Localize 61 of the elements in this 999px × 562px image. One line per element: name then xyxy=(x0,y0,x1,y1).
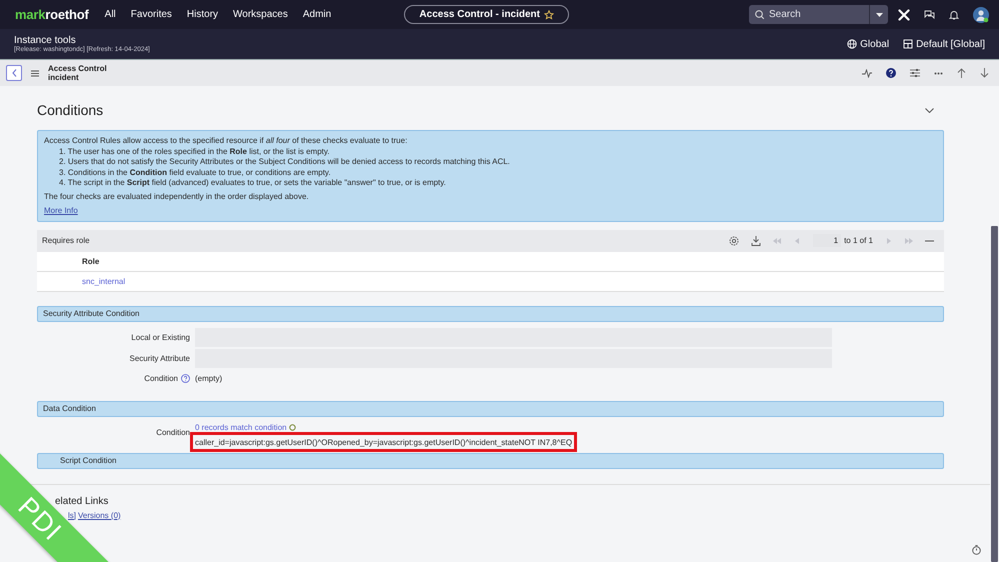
globe-icon xyxy=(847,39,858,49)
caret-icon xyxy=(876,12,882,16)
related-link[interactable]: Versions (0) xyxy=(78,510,121,520)
field-label: Local or Existing xyxy=(131,332,190,342)
column-header[interactable]: Role xyxy=(37,252,944,271)
nav-menu-item[interactable]: All xyxy=(104,9,116,20)
info-list-item: 1. The user has one of the roles specified in the Role list, or the list is empty. xyxy=(59,146,331,157)
record-title-pill[interactable]: Access Control - incident xyxy=(404,5,569,24)
nav-menu-item[interactable]: Workspaces xyxy=(233,9,288,20)
condition-query: caller_id=javascript:gs.getUserID()^ORopened_by=javascript:gs.getUserID()^incident_stateNOT IN7,8^EQ xyxy=(190,432,578,452)
arrow-up-icon[interactable] xyxy=(957,68,966,78)
more-info-link[interactable]: More Info xyxy=(44,206,78,216)
field-label: Security Attribute xyxy=(130,354,190,362)
help-icon[interactable] xyxy=(886,68,896,78)
field-label: Condition xyxy=(144,374,178,382)
info-text: Access Control Rules allow access to the specified resource if all four of these checks evaluate to true: xyxy=(44,136,408,146)
layout-icon xyxy=(903,39,914,49)
page-number-field[interactable]: 1 xyxy=(813,234,842,247)
nav-menu-item[interactable]: Favorites xyxy=(130,9,172,20)
scope-picker[interactable]: Global xyxy=(847,38,890,50)
section-title: Conditions xyxy=(37,102,104,118)
field-value: (empty) xyxy=(195,372,224,385)
scrollbar-thumb[interactable] xyxy=(991,226,998,562)
arrow-down-icon[interactable] xyxy=(980,68,989,78)
tools-icon[interactable] xyxy=(898,8,910,20)
chevron-left-icon xyxy=(12,69,16,77)
pulse-icon[interactable] xyxy=(862,68,872,78)
info-list-item: 3. Conditions in the Condition field evaluate to true, or conditions are empty. xyxy=(59,168,332,178)
more-icon[interactable] xyxy=(934,72,943,74)
info-note: The four checks are evaluated independently in the order displayed above. xyxy=(44,192,310,202)
related-list-title: Requires role xyxy=(42,236,91,245)
logo[interactable]: markroethof xyxy=(15,7,89,22)
section-header-bar[interactable]: Data Condition xyxy=(37,400,944,416)
back-button[interactable] xyxy=(6,65,22,81)
stopwatch-icon[interactable] xyxy=(972,545,981,555)
star-icon[interactable] xyxy=(544,10,554,20)
page-range: to 1 of 1 xyxy=(844,236,873,245)
role-link[interactable]: snc_internal xyxy=(82,276,126,286)
nav-menu-item[interactable]: Admin xyxy=(302,9,332,20)
chat-icon[interactable] xyxy=(924,10,935,20)
info-list-item: 2. Users that do not satisfy the Security Attributes or the Subject Conditions will be denied access to records matching this ACL. xyxy=(59,157,511,168)
section-header-bar[interactable]: Script Condition xyxy=(37,452,944,468)
instance-title: Instance tools xyxy=(14,35,77,46)
settings-icon[interactable] xyxy=(729,236,740,246)
settings-sliders-icon[interactable] xyxy=(910,69,920,77)
records-match-link[interactable]: 0 records match condition xyxy=(195,422,287,432)
chevron-down-icon[interactable] xyxy=(925,108,934,112)
field-label: Condition xyxy=(156,428,190,436)
form-title: Access Control xyxy=(48,64,108,73)
search-field[interactable]: Search xyxy=(769,9,869,20)
menu-icon[interactable] xyxy=(31,70,39,76)
section-header-bar[interactable]: Security Attribute Condition xyxy=(37,306,944,322)
bell-icon[interactable] xyxy=(949,10,959,20)
info-list-item: 4. The script in the Script field (advanced) evaluates to true, or sets the variable "answer" to true, or is empty. xyxy=(59,178,447,188)
nav-menu-item[interactable]: History xyxy=(186,9,218,20)
form-subtitle: incident xyxy=(48,73,80,82)
application-picker[interactable]: Default [Global] xyxy=(903,38,985,50)
download-icon[interactable] xyxy=(751,236,762,246)
related-link[interactable]: ls] xyxy=(68,510,76,520)
avatar[interactable] xyxy=(973,6,989,22)
search-bar[interactable]: Search xyxy=(749,5,888,24)
